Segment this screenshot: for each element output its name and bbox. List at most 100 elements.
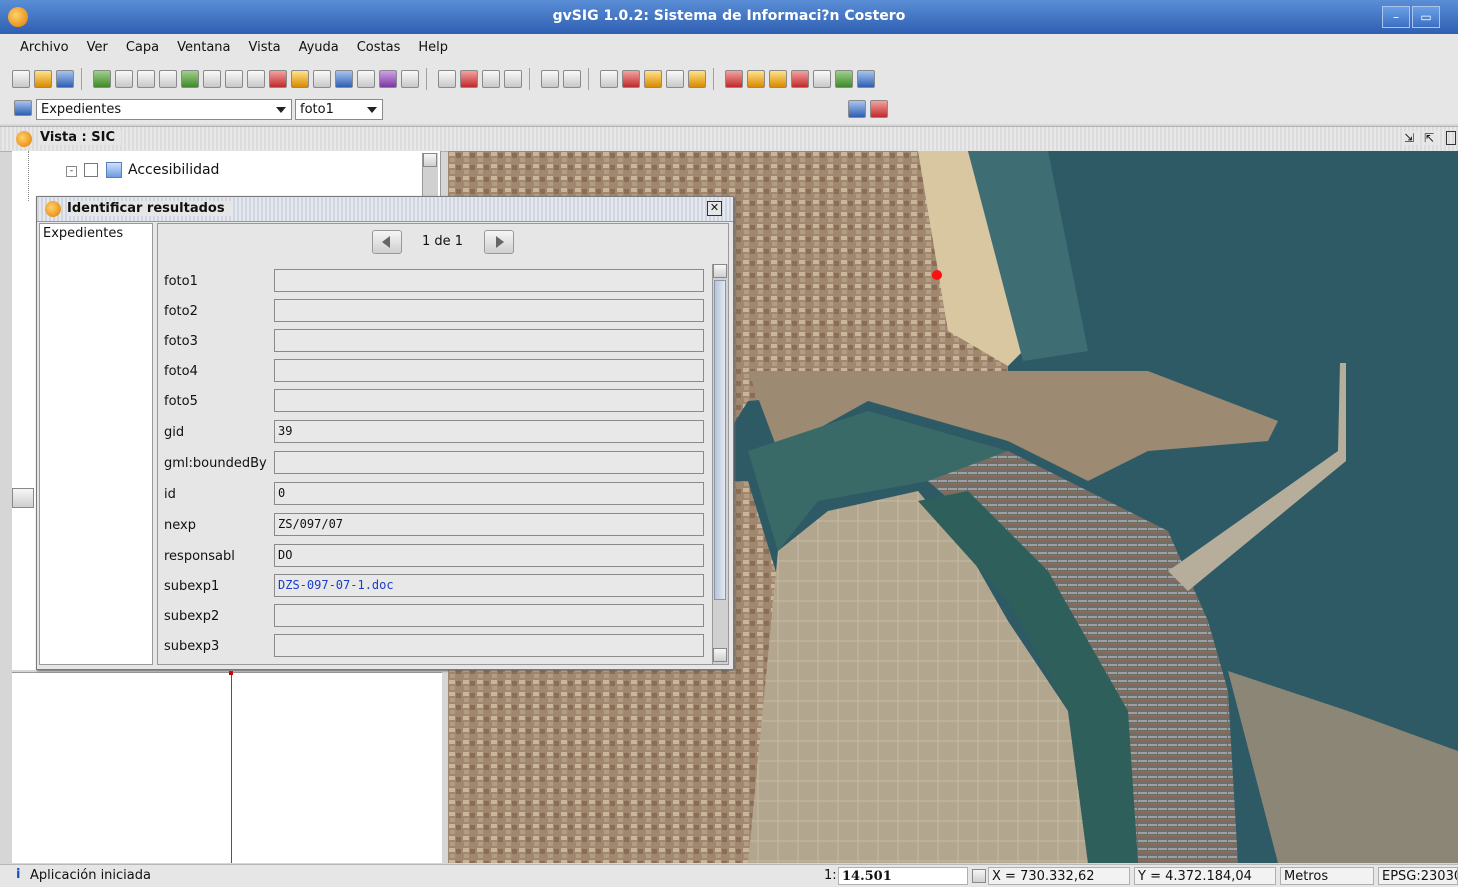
- layer-group-icon: [106, 162, 122, 178]
- field-select[interactable]: foto1: [295, 99, 383, 120]
- maximize-view-icon[interactable]: ⇱: [1424, 131, 1438, 145]
- menu-costas[interactable]: Costas: [348, 34, 410, 62]
- minimize-icon[interactable]: –: [1382, 6, 1410, 28]
- select-layer-icon[interactable]: [482, 70, 500, 88]
- layout-icon[interactable]: [644, 70, 662, 88]
- tools-icon[interactable]: [600, 70, 618, 88]
- scroll-left-icon[interactable]: [12, 488, 34, 508]
- menu-archivo[interactable]: Archivo: [0, 34, 78, 62]
- lifebuoy-icon[interactable]: [791, 70, 809, 88]
- scroll-up-icon[interactable]: [713, 264, 727, 278]
- toc-layer-name[interactable]: Accesibilidad: [128, 162, 219, 178]
- field-value[interactable]: ZS/097/07: [274, 513, 704, 536]
- field-value[interactable]: [274, 604, 704, 627]
- chevron-down-icon[interactable]: [367, 107, 377, 113]
- layer-visibility-checkbox[interactable]: [84, 163, 98, 177]
- attribute-rows: foto1 foto2 foto3 foto4 foto5 gid 39 gml…: [158, 264, 728, 664]
- status-message: Aplicación iniciada: [30, 868, 151, 883]
- info-icon[interactable]: [335, 70, 353, 88]
- field-value[interactable]: 0: [274, 482, 704, 505]
- torch-icon[interactable]: [747, 70, 765, 88]
- edit-icon[interactable]: [622, 70, 640, 88]
- scale-prefix: 1:: [824, 868, 837, 883]
- identify-results-dialog: Identificar resultados ✕ Expedientes 1 d…: [36, 196, 734, 670]
- zoom-out-icon[interactable]: [137, 70, 155, 88]
- next-button[interactable]: [484, 230, 514, 254]
- tree-expand-icon[interactable]: -: [66, 166, 77, 177]
- field-value[interactable]: [274, 359, 704, 382]
- zoom-layer-icon[interactable]: [181, 70, 199, 88]
- zoom-back-icon[interactable]: [247, 70, 265, 88]
- zoom-in-icon[interactable]: [115, 70, 133, 88]
- new-icon[interactable]: [12, 70, 30, 88]
- zoom-select-icon[interactable]: [269, 70, 287, 88]
- field-label: foto1: [164, 274, 198, 289]
- menu-vista[interactable]: Vista: [240, 34, 290, 62]
- menu-capa[interactable]: Capa: [117, 34, 168, 62]
- menu-ver[interactable]: Ver: [78, 34, 117, 62]
- locator-icon[interactable]: [291, 70, 309, 88]
- scroll-thumb[interactable]: [714, 280, 726, 600]
- locator-map[interactable]: [12, 671, 442, 863]
- close-view-icon[interactable]: [1446, 131, 1456, 145]
- menu-ayuda[interactable]: Ayuda: [290, 34, 348, 62]
- query-icon[interactable]: [504, 70, 522, 88]
- field-value[interactable]: [274, 269, 704, 292]
- field-value[interactable]: 39: [274, 420, 704, 443]
- layer-select[interactable]: Expedientes: [36, 99, 292, 120]
- plant-icon[interactable]: [835, 70, 853, 88]
- menu-ventana[interactable]: Ventana: [168, 34, 239, 62]
- toc-scrollbar[interactable]: [422, 153, 438, 197]
- menu-help[interactable]: Help: [409, 34, 457, 62]
- select-rectangle-icon[interactable]: [438, 70, 456, 88]
- print-icon[interactable]: [666, 70, 684, 88]
- diamond-icon[interactable]: [857, 70, 875, 88]
- copy-icon[interactable]: [848, 100, 866, 118]
- field-value[interactable]: [274, 634, 704, 657]
- book-icon[interactable]: [688, 70, 706, 88]
- previous-button[interactable]: [372, 230, 402, 254]
- coast-icon[interactable]: [725, 70, 743, 88]
- field-value[interactable]: [274, 451, 704, 474]
- select-polygon-icon[interactable]: [460, 70, 478, 88]
- scroll-up-icon[interactable]: [423, 153, 437, 167]
- dialog-title-bar[interactable]: Identificar resultados ✕: [37, 197, 733, 222]
- table-icon[interactable]: [541, 70, 559, 88]
- window-title: gvSIG 1.0.2: Sistema de Informaci?n Cost…: [552, 8, 906, 24]
- list-item[interactable]: Expedientes: [40, 224, 152, 243]
- coordinate-x: X = 730.332,62: [988, 867, 1130, 885]
- chevron-down-icon[interactable]: [276, 107, 286, 113]
- close-icon[interactable]: ✕: [707, 201, 722, 216]
- maximize-icon[interactable]: ▭: [1412, 6, 1440, 28]
- field-value[interactable]: [274, 329, 704, 352]
- zoom-extent-icon[interactable]: [225, 70, 243, 88]
- main-toolbar: [0, 62, 1458, 96]
- pan-icon[interactable]: [313, 70, 331, 88]
- measure-distance-icon[interactable]: [357, 70, 375, 88]
- coordinate-y: Y = 4.372.184,04: [1134, 867, 1276, 885]
- measure-area-icon[interactable]: [379, 70, 397, 88]
- pencil-icon[interactable]: [813, 70, 831, 88]
- toolbar-separator: [81, 68, 86, 90]
- chevron-down-icon[interactable]: [972, 869, 986, 883]
- field-value[interactable]: DO: [274, 544, 704, 567]
- zoom-previous-icon[interactable]: [159, 70, 177, 88]
- save-icon[interactable]: [56, 70, 74, 88]
- zoom-full-icon[interactable]: [203, 70, 221, 88]
- document-link[interactable]: DZS-097-07-1.doc: [274, 574, 704, 597]
- scroll-down-icon[interactable]: [713, 648, 727, 662]
- layers-icon[interactable]: [93, 70, 111, 88]
- view-title: Vista : SIC: [40, 130, 122, 145]
- info-icon: i: [16, 867, 21, 882]
- warning-icon[interactable]: [769, 70, 787, 88]
- scale-input[interactable]: 14.501: [838, 867, 968, 885]
- grid-icon[interactable]: [563, 70, 581, 88]
- result-layer-list[interactable]: Expedientes: [39, 223, 153, 665]
- paste-icon[interactable]: [870, 100, 888, 118]
- open-icon[interactable]: [34, 70, 52, 88]
- attributes-scrollbar[interactable]: [712, 264, 728, 664]
- field-value[interactable]: [274, 389, 704, 412]
- restore-view-icon[interactable]: ⇲: [1404, 131, 1418, 145]
- field-value[interactable]: [274, 299, 704, 322]
- select-icon[interactable]: [401, 70, 419, 88]
